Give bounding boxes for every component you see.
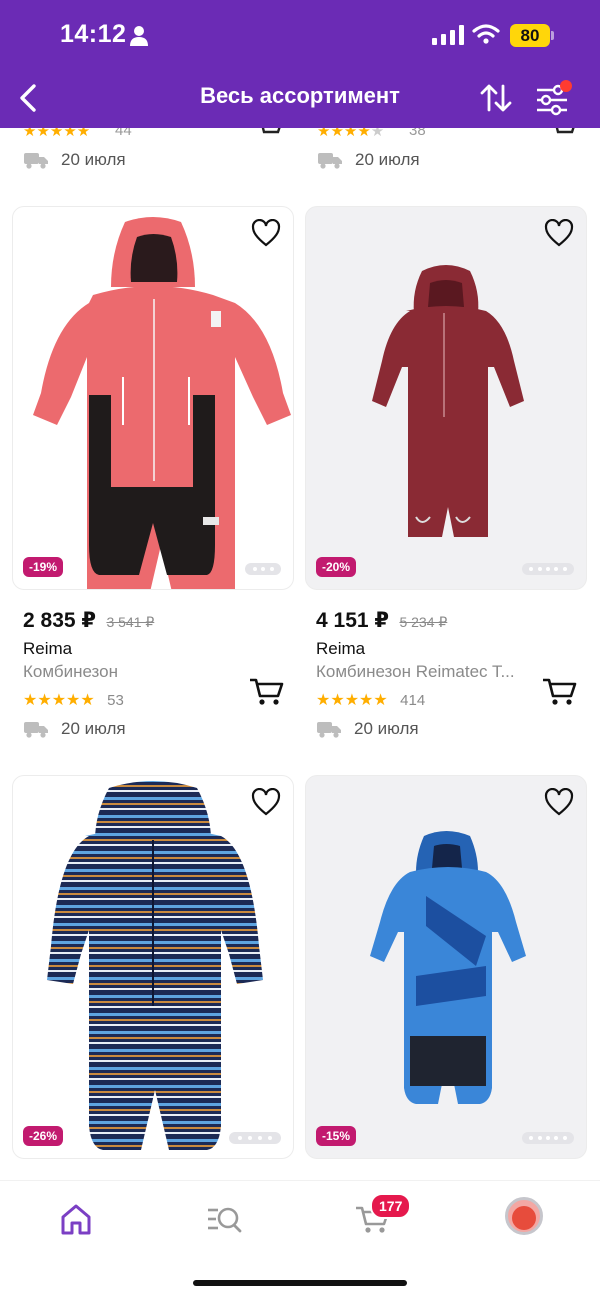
truck-icon	[24, 153, 48, 169]
delivery-date: 20 июля	[23, 719, 126, 739]
profile-tab[interactable]	[505, 1197, 545, 1237]
top-app-bar: 14:12 80 Весь ассортимент	[0, 0, 600, 128]
pink-black-snowsuit-image	[33, 217, 291, 589]
delivery-date: 20 июля	[23, 150, 126, 170]
rating: ★★★★★ 53	[23, 690, 124, 710]
battery-level: 80	[510, 24, 550, 47]
favorite-heart-icon[interactable]	[544, 788, 574, 816]
filter-button[interactable]	[534, 80, 572, 116]
product-image[interactable]: -26%	[12, 775, 294, 1159]
brand: Reima	[316, 639, 366, 658]
delivery-date: 20 июля	[316, 719, 419, 739]
delivery-date: 20 июля	[317, 150, 420, 170]
discount-badge: -20%	[316, 557, 357, 577]
add-to-cart-icon[interactable]	[248, 677, 284, 707]
discount-badge: -15%	[316, 1126, 357, 1146]
bottom-tab-bar: 177	[0, 1180, 600, 1297]
delivery-text: 20 июля	[61, 719, 126, 738]
wifi-icon	[472, 24, 500, 44]
battery-indicator: 80	[510, 24, 554, 47]
status-bar: 14:12 80	[0, 0, 600, 72]
delivery-text: 20 июля	[355, 150, 420, 169]
truck-icon	[24, 722, 48, 738]
product-name[interactable]: Комбинезон Reimatec T...	[316, 662, 546, 682]
cart-count-badge: 177	[370, 1193, 412, 1219]
product-image[interactable]: -19%	[12, 206, 294, 590]
truck-icon	[318, 153, 342, 169]
add-to-cart-icon[interactable]	[541, 677, 577, 707]
favorite-heart-icon[interactable]	[251, 788, 281, 816]
rating-stars: ★★★★★	[23, 692, 95, 709]
delivery-text: 20 июля	[354, 719, 419, 738]
discount-badge: -26%	[23, 1126, 64, 1146]
product-image[interactable]: -20%	[305, 206, 587, 590]
catalog-search-icon[interactable]	[204, 1199, 244, 1239]
person-icon	[130, 26, 148, 46]
sort-icon[interactable]	[478, 80, 514, 116]
price-row: 4 151 ₽ 5 234 ₽	[316, 608, 447, 633]
price: 4 151 ₽	[316, 609, 389, 632]
filter-active-dot	[560, 80, 572, 92]
rating-count: 414	[400, 692, 426, 709]
price-row: 2 835 ₽ 3 541 ₽	[23, 608, 154, 633]
navigation-bar: Весь ассортимент	[0, 72, 600, 124]
avatar	[505, 1197, 543, 1235]
old-price: 3 541 ₽	[106, 614, 155, 630]
product-feed[interactable]: ★★★★★ 44 20 июля ★★★★★ 38 20 июля -19% 2…	[0, 0, 600, 1297]
cellular-signal-icon	[432, 25, 464, 45]
image-pagination-dots	[522, 563, 574, 575]
rating-count: 53	[107, 692, 124, 709]
image-pagination-dots	[245, 563, 281, 575]
product-image[interactable]: -15%	[305, 775, 587, 1159]
navy-striped-snowsuit-image	[47, 781, 263, 1150]
burgundy-snowsuit-image	[372, 265, 524, 537]
truck-icon	[317, 722, 341, 738]
home-indicator	[193, 1280, 407, 1286]
rating-stars: ★★★★★	[316, 692, 388, 709]
favorite-heart-icon[interactable]	[544, 219, 574, 247]
rating: ★★★★★ 414	[316, 690, 425, 710]
image-pagination-dots	[522, 1132, 574, 1144]
home-icon[interactable]	[56, 1199, 96, 1239]
favorite-heart-icon[interactable]	[251, 219, 281, 247]
old-price: 5 234 ₽	[399, 614, 448, 630]
delivery-text: 20 июля	[61, 150, 126, 169]
price: 2 835 ₽	[23, 609, 96, 632]
discount-badge: -19%	[23, 557, 64, 577]
brand: Reima	[23, 639, 73, 658]
blue-print-snowsuit-image	[370, 831, 526, 1104]
image-pagination-dots	[229, 1132, 281, 1144]
product-name[interactable]: Комбинезон	[23, 662, 253, 682]
status-time: 14:12	[60, 20, 127, 48]
